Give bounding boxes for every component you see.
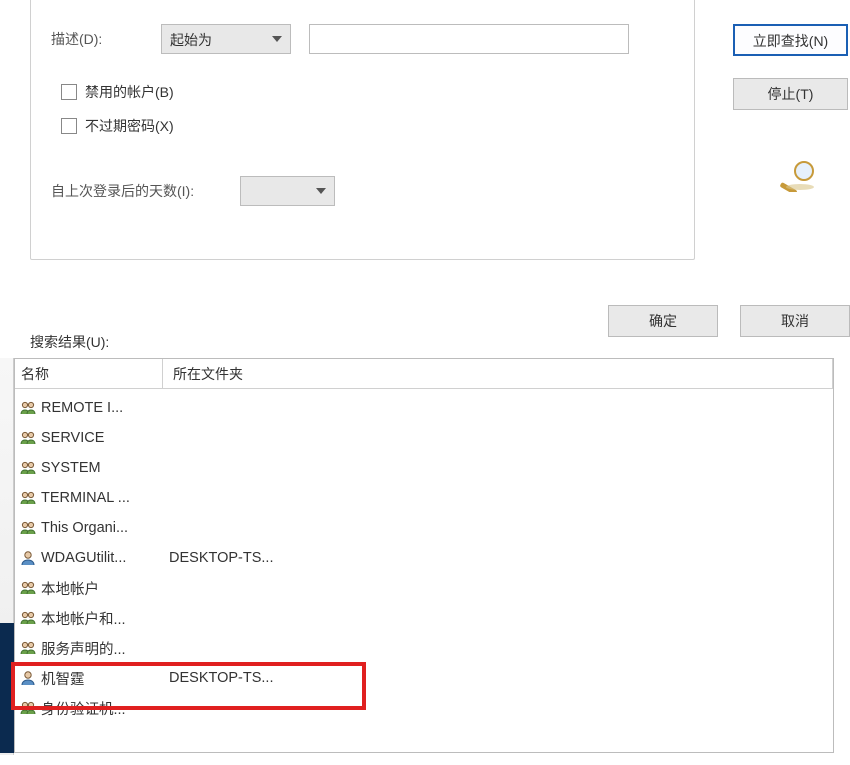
result-name: TERMINAL ... [41,490,130,506]
days-since-logon-combo[interactable] [240,176,335,206]
description-mode-value: 起始为 [170,30,212,50]
no-expire-pw-checkbox[interactable] [61,118,77,134]
description-label: 描述(D): [51,29,161,49]
result-name: 机智霆 [41,668,85,689]
disabled-accounts-label: 禁用的帐户(B) [85,82,174,102]
result-row[interactable]: WDAGUtilit... DESKTOP-TS... [15,543,833,573]
result-row[interactable]: 身份验证机... [15,693,833,723]
result-row[interactable]: 本地帐户 [15,573,833,603]
result-row[interactable]: 服务声明的... [15,633,833,663]
results-header: 名称 所在文件夹 [15,359,833,389]
cancel-button[interactable]: 取消 [740,305,850,337]
result-row[interactable]: SERVICE [15,423,833,453]
chevron-down-icon [316,188,326,194]
group-icon [19,489,37,507]
user-icon [19,669,37,687]
result-name: SYSTEM [41,460,101,476]
group-icon [19,519,37,537]
find-magnifier-icon [778,160,820,195]
chevron-down-icon [272,36,282,42]
stop-button[interactable]: 停止(T) [733,78,848,110]
group-icon [19,399,37,417]
column-name-header[interactable]: 名称 [15,359,163,388]
result-name: REMOTE I... [41,400,123,416]
description-mode-combo[interactable]: 起始为 [161,24,291,54]
disabled-accounts-checkbox[interactable] [61,84,77,100]
result-name: 身份验证机... [41,698,126,719]
result-name: WDAGUtilit... [41,550,126,566]
result-name: SERVICE [41,430,104,446]
group-icon [19,609,37,627]
result-row[interactable]: REMOTE I... [15,393,833,423]
result-row[interactable]: SYSTEM [15,453,833,483]
result-folder: DESKTOP-TS... [163,550,273,566]
filter-groupbox: 描述(D): 起始为 禁用的帐户(B) 不过期密码(X) 自上次登录后的天数(I… [30,0,695,260]
result-row[interactable]: TERMINAL ... [15,483,833,513]
result-name: 本地帐户和... [41,608,126,629]
ok-button[interactable]: 确定 [608,305,718,337]
results-listview[interactable]: 名称 所在文件夹 REMOTE I... SERVICE SYSTEM TERMINA… [14,358,834,753]
result-name: 服务声明的... [41,638,126,659]
result-row[interactable]: This Organi... [15,513,833,543]
search-results-label: 搜索结果(U): [30,332,109,352]
left-edge-dark [0,623,14,753]
find-now-button[interactable]: 立即查找(N) [733,24,848,56]
no-expire-pw-label: 不过期密码(X) [85,116,174,136]
result-folder: DESKTOP-TS... [163,670,273,686]
result-name: 本地帐户 [41,578,99,599]
column-folder-header[interactable]: 所在文件夹 [163,359,833,388]
group-icon [19,429,37,447]
result-row[interactable]: 机智霆 DESKTOP-TS... [15,663,833,693]
group-icon [19,579,37,597]
group-icon [19,459,37,477]
result-name: This Organi... [41,520,128,536]
group-icon [19,699,37,717]
days-since-logon-label: 自上次登录后的天数(I): [51,181,194,201]
user-icon [19,549,37,567]
group-icon [19,639,37,657]
result-row[interactable]: 本地帐户和... [15,603,833,633]
description-input[interactable] [309,24,629,54]
